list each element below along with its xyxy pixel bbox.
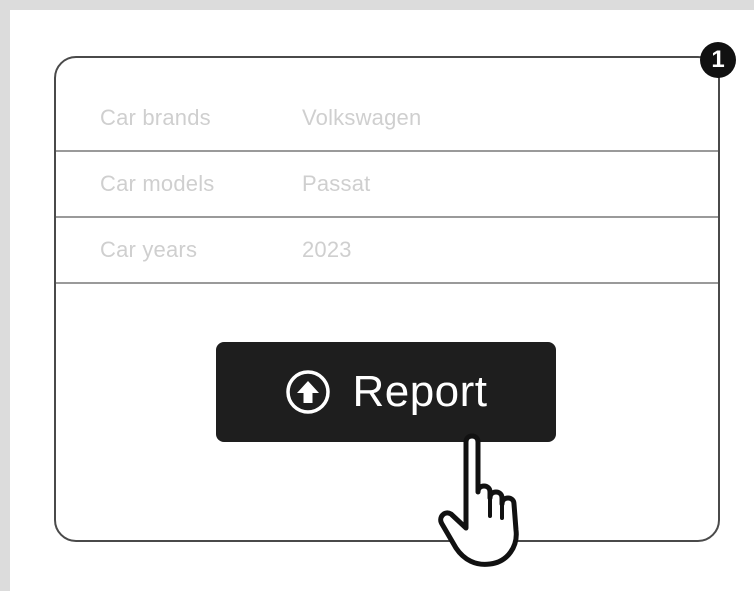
detail-row-model: Car models Passat	[56, 152, 718, 218]
detail-row-year: Car years 2023	[56, 218, 718, 284]
detail-value: Passat	[302, 171, 371, 196]
hand-pointer-icon	[438, 420, 588, 570]
detail-value: 2023	[302, 237, 352, 262]
detail-row-brand: Car brands Volkswagen	[56, 86, 718, 152]
detail-value: Volkswagen	[302, 105, 422, 130]
step-number-badge: 1	[700, 42, 736, 78]
detail-label: Car brands	[100, 105, 211, 130]
detail-label: Car models	[100, 171, 215, 196]
vehicle-details-card: Car brands Volkswagen Car models Passat …	[54, 56, 720, 542]
report-button-label: Report	[352, 367, 488, 416]
upload-circle-icon	[284, 368, 332, 416]
detail-label: Car years	[100, 237, 198, 262]
